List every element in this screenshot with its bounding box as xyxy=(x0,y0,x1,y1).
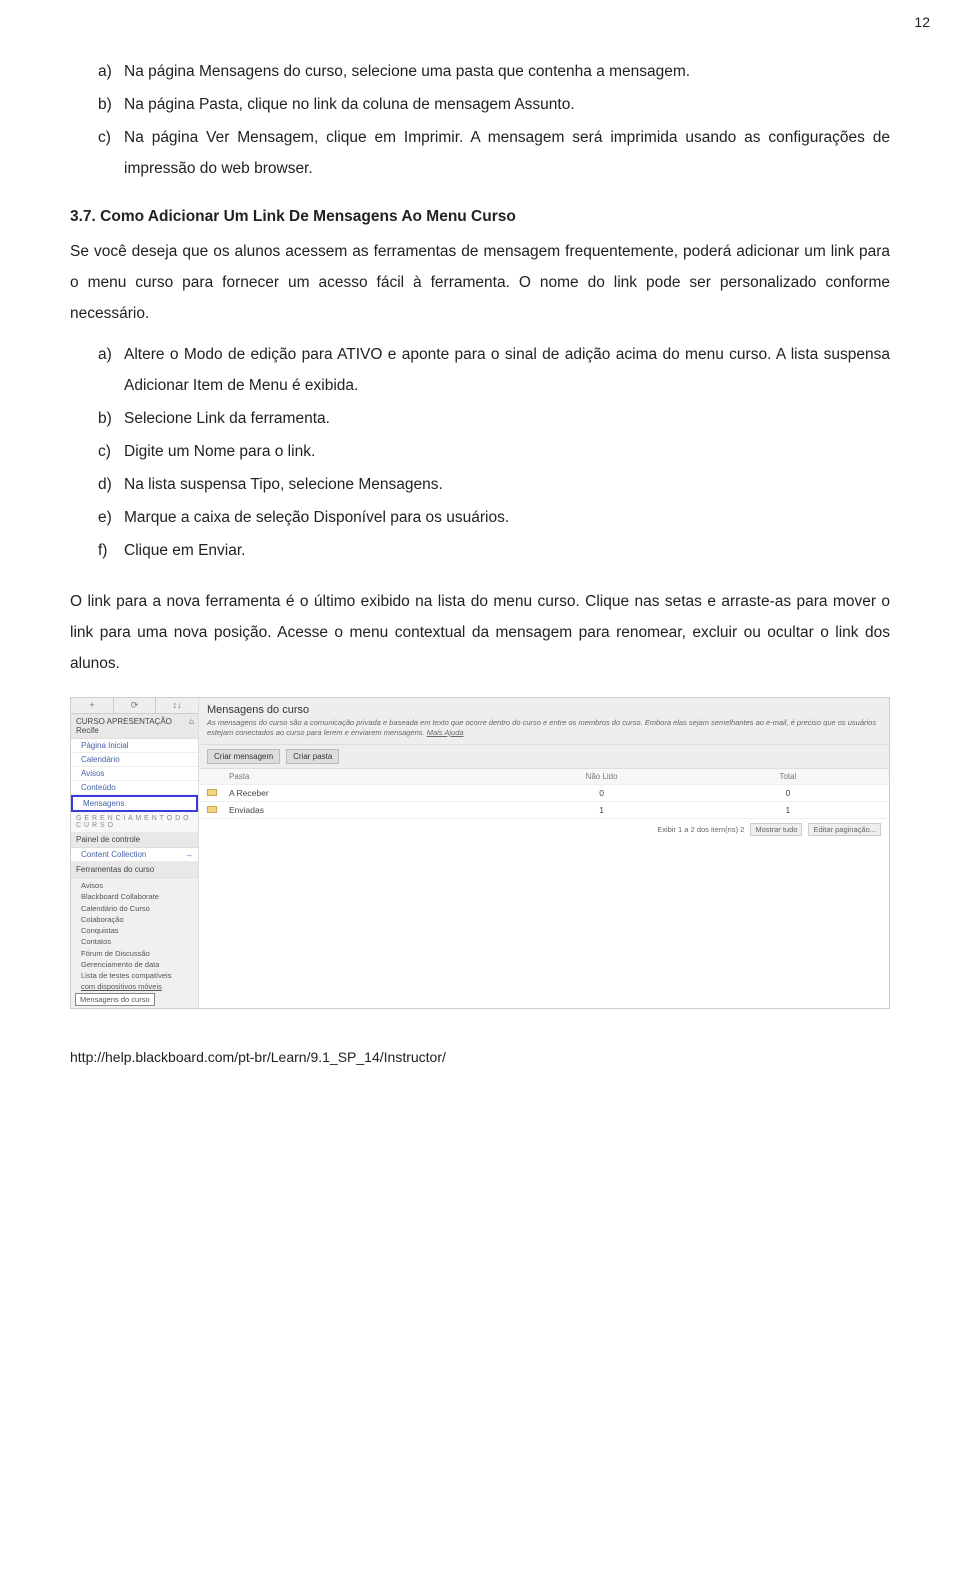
table-row[interactable]: A Receber 0 0 xyxy=(199,785,889,802)
criar-mensagem-button[interactable]: Criar mensagem xyxy=(207,749,280,764)
tool-item-more[interactable]: com dispositivos móveis xyxy=(81,981,198,992)
nav-calendario[interactable]: Calendário xyxy=(71,753,198,767)
tool-item[interactable]: Avisos xyxy=(81,880,198,891)
section-heading: 3.7. Como Adicionar Um Link De Mensagens… xyxy=(70,208,890,226)
tool-item[interactable]: Conquistas xyxy=(81,925,198,936)
page-title: Mensagens do curso xyxy=(207,704,881,716)
list2-e: Marque a caixa de seleção Disponível par… xyxy=(124,502,890,533)
tool-mensagens-curso[interactable]: Mensagens do curso xyxy=(75,993,155,1006)
reorder-icon[interactable]: ↕↓ xyxy=(156,698,198,713)
tool-item[interactable]: Gerenciamento de data xyxy=(81,959,198,970)
paragraph-2: O link para a nova ferramenta é o último… xyxy=(70,586,890,679)
col-nao-lido: Não Lido xyxy=(508,772,694,781)
list1-a: Na página Mensagens do curso, selecione … xyxy=(124,56,890,87)
more-help-link[interactable]: Mais Ajuda xyxy=(427,728,464,737)
embedded-screenshot: + ⟳ ↕↓ CURSO APRESENTAÇÃO ⌂ Recife Págin… xyxy=(70,697,890,1009)
col-pasta: Pasta xyxy=(229,772,508,781)
management-header: G E R E N C I A M E N T O D O C U R S O xyxy=(71,812,198,832)
tool-item[interactable]: Blackboard Collaborate xyxy=(81,891,198,902)
footer-url: http://help.blackboard.com/pt-br/Learn/9… xyxy=(70,1049,890,1065)
ordered-list-1: a)Na página Mensagens do curso, selecion… xyxy=(98,56,890,184)
list2-f: Clique em Enviar. xyxy=(124,535,890,566)
content-collection[interactable]: Content Collection→ xyxy=(71,848,198,862)
list2-d: Na lista suspensa Tipo, selecione Mensag… xyxy=(124,469,890,500)
add-icon[interactable]: + xyxy=(71,698,114,713)
folder-icon xyxy=(207,789,217,796)
pager-text: Exibir 1 a 2 dos item(ns) 2 xyxy=(657,825,744,834)
tool-item[interactable]: Calendário do Curso xyxy=(81,903,198,914)
list1-c: Na página Ver Mensagem, clique em Imprim… xyxy=(124,122,890,184)
ordered-list-2: a)Altere o Modo de edição para ATIVO e a… xyxy=(98,339,890,566)
page-number: 12 xyxy=(914,14,930,30)
list2-b: Selecione Link da ferramenta. xyxy=(124,403,890,434)
folder-icon xyxy=(207,806,217,813)
paragraph-1: Se você deseja que os alunos acessem as … xyxy=(70,236,890,329)
nav-conteudo[interactable]: Conteúdo xyxy=(71,781,198,795)
nav-pagina-inicial[interactable]: Página Inicial xyxy=(71,739,198,753)
list1-b: Na página Pasta, clique no link da colun… xyxy=(124,89,890,120)
tools-header[interactable]: Ferramentas do curso xyxy=(71,862,198,878)
list2-a: Altere o Modo de edição para ATIVO e apo… xyxy=(124,339,890,401)
nav-avisos[interactable]: Avisos xyxy=(71,767,198,781)
criar-pasta-button[interactable]: Criar pasta xyxy=(286,749,339,764)
show-all-button[interactable]: Mostrar tudo xyxy=(750,823,802,836)
tool-item[interactable]: Lista de testes compatíveis xyxy=(81,970,198,981)
edit-pagination-button[interactable]: Editar paginação... xyxy=(808,823,881,836)
course-subtitle: Recife xyxy=(76,726,193,735)
tool-item[interactable]: Colaboração xyxy=(81,914,198,925)
control-panel[interactable]: Painel de controle xyxy=(71,832,198,848)
col-total: Total xyxy=(695,772,881,781)
tool-item[interactable]: Contatos xyxy=(81,936,198,947)
page-desc: As mensagens do curso são a comunicação … xyxy=(207,718,881,738)
refresh-icon[interactable]: ⟳ xyxy=(114,698,157,713)
nav-mensagens[interactable]: Mensagens xyxy=(71,795,198,812)
home-icon[interactable]: ⌂ xyxy=(189,717,194,726)
tool-item[interactable]: Fórum de Discussão xyxy=(81,948,198,959)
tools-list: Avisos Blackboard Collaborate Calendário… xyxy=(71,878,198,1008)
list2-c: Digite um Nome para o link. xyxy=(124,436,890,467)
course-title: CURSO APRESENTAÇÃO xyxy=(76,717,172,726)
table-row[interactable]: Enviadas 1 1 xyxy=(199,802,889,819)
